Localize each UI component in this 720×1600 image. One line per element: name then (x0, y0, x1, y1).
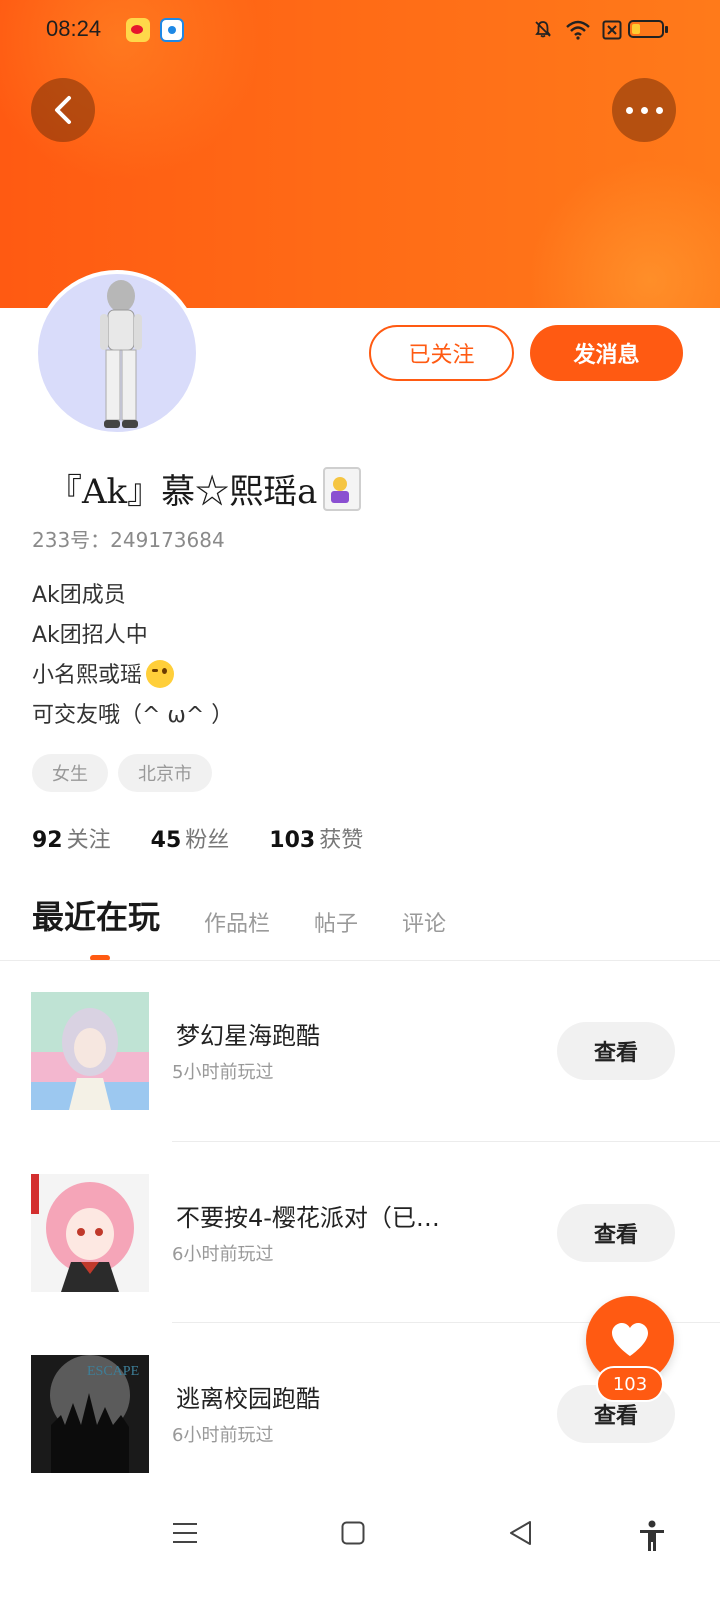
weibo-notification-icon (126, 18, 150, 42)
game-thumbnail-image (31, 992, 149, 1110)
tabs-divider (0, 960, 720, 961)
stat-number: 45 (150, 828, 182, 853)
bio-line: Ak团成员 (32, 583, 126, 608)
bio-line: 小名熙或瑶 (32, 663, 143, 688)
nickname-text: 『Ak』慕☆熙瑶a (48, 472, 318, 512)
stat-following[interactable]: 92 关注 (32, 822, 111, 854)
home-square-icon[interactable] (341, 1520, 365, 1546)
game-last-played: 5小时前玩过 (172, 1062, 274, 1083)
stat-label: 粉丝 (185, 828, 230, 853)
tab-works[interactable]: 作品栏 (204, 906, 270, 938)
more-options-button[interactable] (612, 78, 676, 142)
avatar[interactable] (34, 270, 200, 436)
tab-comments[interactable]: 评论 (402, 906, 446, 938)
no-sim-icon (602, 20, 622, 40)
game-thumbnail-image: ESCAPE (31, 1355, 149, 1473)
tab-posts[interactable]: 帖子 (314, 906, 358, 938)
game-thumbnail (31, 992, 149, 1110)
game-list-item[interactable]: 梦幻星海跑酷 5小时前玩过 查看 (0, 992, 720, 1110)
wink-emoji-icon (146, 660, 175, 688)
tab-recently-played[interactable]: 最近在玩 (32, 892, 160, 938)
mute-bell-icon (535, 21, 551, 38)
game-title: 不要按4-樱花派对（已… (176, 1204, 440, 1232)
avatar-character-image (100, 280, 142, 428)
game-title: 逃离校园跑酷 (176, 1385, 320, 1413)
profile-tabs: 最近在玩 作品栏 帖子 评论 (32, 892, 446, 938)
back-button[interactable] (31, 78, 95, 142)
following-button[interactable]: 已关注 (369, 325, 514, 381)
status-time: 08:24 (46, 16, 102, 41)
game-thumbnail (31, 1174, 149, 1292)
stat-number: 103 (269, 828, 316, 853)
stat-number: 92 (32, 828, 63, 853)
accessibility-icon[interactable] (638, 1520, 666, 1552)
system-navigation-bar (0, 1490, 720, 1600)
game-last-played: 6小时前玩过 (172, 1425, 274, 1446)
user-id: 233号：249173684 (32, 528, 225, 552)
bio-line-with-emoji: 小名熙或瑶 (32, 656, 233, 696)
row-divider (172, 1141, 720, 1142)
view-game-button[interactable]: 查看 (557, 1022, 675, 1080)
like-count-badge: 103 (596, 1366, 664, 1402)
status-bar: 08:24 (0, 0, 720, 64)
tag-gender: 女生 (32, 754, 108, 792)
more-horizontal-icon (626, 107, 633, 114)
heart-icon (612, 1323, 648, 1356)
back-triangle-icon[interactable] (508, 1520, 534, 1546)
battery-icon (628, 20, 668, 38)
stats-row: 92 关注 45 粉丝 103 获赞 (32, 822, 363, 854)
bio-line: 可交友哦（^ ω^ ） (32, 703, 234, 728)
wifi-icon (566, 20, 590, 40)
stat-followers[interactable]: 45 粉丝 (151, 822, 230, 854)
stat-label: 获赞 (319, 828, 364, 853)
menu-icon[interactable] (172, 1520, 198, 1546)
chevron-left-icon (55, 96, 71, 124)
more-dot (656, 107, 663, 114)
game-last-played: 6小时前玩过 (172, 1244, 274, 1265)
more-dot (641, 107, 648, 114)
bio-line: Ak团招人中 (32, 623, 148, 648)
joker-emoji-icon (323, 466, 362, 511)
send-message-button[interactable]: 发消息 (530, 325, 683, 381)
stat-likes: 103 获赞 (269, 822, 363, 854)
game-thumbnail-caption: ESCAPE (87, 1364, 139, 1379)
app-notification-icon (160, 18, 184, 42)
profile-tags: 女生 北京市 (32, 754, 212, 792)
tag-location: 北京市 (118, 754, 212, 792)
game-list-item[interactable]: 不要按4-樱花派对（已… 6小时前玩过 查看 (0, 1174, 720, 1292)
profile-header-banner: 08:24 (0, 0, 720, 308)
nickname: 『Ak』慕☆熙瑶a (48, 464, 362, 513)
stat-label: 关注 (66, 828, 111, 853)
game-thumbnail: ESCAPE (31, 1355, 149, 1473)
game-thumbnail-image (31, 1174, 149, 1292)
view-game-button[interactable]: 查看 (557, 1204, 675, 1262)
game-title: 梦幻星海跑酷 (176, 1022, 320, 1050)
bio: Ak团成员 Ak团招人中 小名熙或瑶 可交友哦（^ ω^ ） (32, 576, 233, 736)
